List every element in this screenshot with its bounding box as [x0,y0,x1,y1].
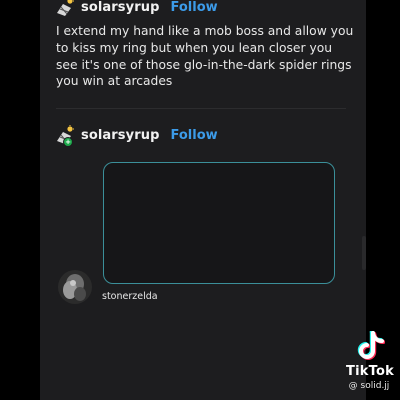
follow-button[interactable]: Follow [171,0,218,15]
tiktok-creator-handle: @ solid.jj [348,381,390,391]
solar-panel-icon[interactable] [55,0,75,17]
reply-input-box[interactable] [103,162,335,284]
reply-author-name[interactable]: solarsyrup [81,128,160,143]
video-frame: solarsyrup Follow I extend my hand like … [0,0,400,400]
plus-badge-icon: + [63,137,73,147]
reply-follow-button[interactable]: Follow [171,128,218,143]
post-card: solarsyrup Follow I extend my hand like … [40,0,366,400]
post-body-text: I extend my hand like a mob boss and all… [56,24,354,89]
commenter-avatar[interactable] [58,270,92,304]
solar-panel-icon[interactable]: + [55,125,75,147]
tiktok-logo-icon [357,331,385,360]
tiktok-wordmark: TikTok [346,364,394,379]
post-divider [56,108,346,109]
post-author-name[interactable]: solarsyrup [81,0,160,15]
scroll-indicator [362,236,366,270]
reply-header: + solarsyrup Follow [55,124,218,147]
post-header: solarsyrup Follow [55,0,218,17]
commenter-name[interactable]: stonerzelda [102,291,158,302]
